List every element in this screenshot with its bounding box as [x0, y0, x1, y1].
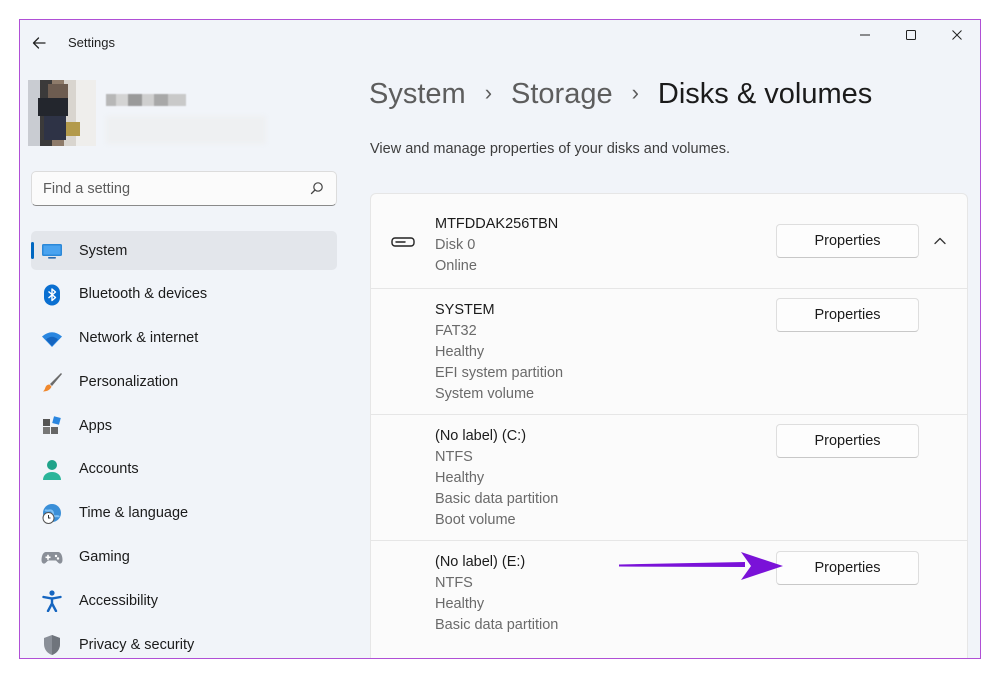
sidebar-item-gaming[interactable]: Gaming	[31, 538, 337, 577]
sidebar-item-privacy-security[interactable]: Privacy & security	[31, 625, 337, 658]
volume-properties-button[interactable]: Properties	[776, 551, 919, 585]
sidebar-item-apps[interactable]: Apps	[31, 406, 337, 445]
sidebar-item-label: Privacy & security	[79, 636, 195, 653]
volume-info: SYSTEM FAT32 Healthy EFI system partitio…	[435, 300, 563, 405]
annotation-arrow-icon	[619, 552, 783, 580]
profile-name-blurred	[106, 94, 186, 106]
breadcrumb-system[interactable]: System	[369, 78, 466, 111]
shield-icon	[41, 634, 63, 656]
bluetooth-icon	[41, 284, 63, 306]
minimize-icon	[860, 34, 870, 36]
volume-name: (No label) (E:)	[435, 554, 526, 570]
person-icon	[41, 459, 63, 481]
volume-filesystem: NTFS	[435, 575, 473, 591]
sidebar-item-label: Apps	[79, 417, 113, 434]
volume-info: (No label) (C:) NTFS Healthy Basic data …	[435, 426, 558, 531]
volume-partition-type: EFI system partition	[435, 365, 564, 381]
minimize-button[interactable]	[842, 20, 888, 50]
disk-row[interactable]: MTFDDAK256TBN Disk 0 Online Properties	[370, 193, 968, 289]
wifi-icon	[41, 328, 63, 350]
volume-role: System volume	[435, 386, 535, 402]
brush-icon	[41, 371, 63, 393]
sidebar-nav: System Bluetooth & devices Network & int…	[31, 231, 337, 658]
disk-info: MTFDDAK256TBN Disk 0 Online	[435, 214, 558, 277]
profile-email-blurred	[106, 116, 266, 144]
sidebar-item-personalization[interactable]: Personalization	[31, 362, 337, 401]
globe-clock-icon	[41, 503, 63, 525]
settings-window: Settings System	[19, 19, 981, 659]
search-icon[interactable]	[310, 181, 324, 195]
sidebar-item-bluetooth[interactable]: Bluetooth & devices	[31, 275, 337, 314]
gamepad-icon	[41, 547, 63, 569]
disk-number: Disk 0	[435, 237, 476, 253]
volume-role: Boot volume	[435, 512, 516, 528]
sidebar-item-accounts[interactable]: Accounts	[31, 450, 337, 489]
sidebar-item-label: Time & language	[79, 505, 189, 522]
sidebar-item-label: Accounts	[79, 461, 139, 478]
maximize-icon	[906, 30, 916, 40]
disk-name: MTFDDAK256TBN	[435, 216, 559, 232]
back-arrow-icon	[32, 37, 46, 49]
sidebar-item-label: Network & internet	[79, 330, 199, 347]
title-bar: Settings	[20, 20, 980, 64]
volume-properties-button[interactable]: Properties	[776, 424, 919, 458]
volume-filesystem: FAT32	[435, 323, 477, 339]
volume-info: (No label) (E:) NTFS Healthy Basic data …	[435, 552, 558, 636]
accessibility-icon	[41, 590, 63, 613]
volume-name: SYSTEM	[435, 302, 495, 318]
sidebar-item-label: Gaming	[79, 549, 130, 566]
search-input[interactable]	[32, 172, 292, 205]
breadcrumb-separator: ›	[631, 79, 639, 105]
page-description: View and manage properties of your disks…	[370, 141, 731, 157]
breadcrumb: System › Storage › Disks & volumes	[369, 78, 872, 111]
avatar[interactable]	[28, 80, 96, 146]
sidebar-item-accessibility[interactable]: Accessibility	[31, 581, 337, 620]
volume-filesystem: NTFS	[435, 449, 473, 465]
maximize-button[interactable]	[888, 20, 934, 50]
page-title: Disks & volumes	[657, 78, 873, 110]
breadcrumb-storage[interactable]: Storage	[511, 78, 613, 111]
volume-health: Healthy	[435, 344, 485, 360]
sidebar-item-label: System	[79, 242, 128, 259]
search-box[interactable]	[31, 171, 337, 206]
sidebar-item-system[interactable]: System	[31, 231, 337, 270]
volume-partition-type: Basic data partition	[435, 491, 559, 507]
disk-properties-button[interactable]: Properties	[776, 224, 919, 258]
volume-properties-button[interactable]: Properties	[776, 298, 919, 332]
volume-health: Healthy	[435, 470, 485, 486]
volume-row: SYSTEM FAT32 Healthy EFI system partitio…	[370, 288, 968, 415]
volume-health: Healthy	[435, 596, 485, 612]
sidebar-item-label: Bluetooth & devices	[79, 286, 208, 303]
back-button[interactable]	[28, 32, 50, 54]
close-button[interactable]	[934, 20, 980, 50]
volume-partition-type: Basic data partition	[435, 617, 559, 633]
hard-drive-icon	[391, 237, 415, 247]
apps-icon	[41, 415, 63, 437]
monitor-icon	[41, 240, 63, 262]
chevron-up-icon[interactable]	[931, 232, 949, 250]
breadcrumb-separator: ›	[484, 79, 493, 105]
close-icon	[952, 30, 962, 40]
sidebar-item-network[interactable]: Network & internet	[31, 319, 337, 358]
sidebar-item-label: Accessibility	[79, 592, 158, 609]
app-title: Settings	[68, 35, 115, 50]
volume-row: (No label) (C:) NTFS Healthy Basic data …	[370, 414, 968, 541]
disk-status: Online	[435, 258, 477, 274]
sidebar-item-label: Personalization	[79, 373, 179, 390]
disks-panel: MTFDDAK256TBN Disk 0 Online Properties S…	[370, 193, 968, 658]
volume-name: (No label) (C:)	[435, 428, 527, 444]
sidebar-item-time-language[interactable]: Time & language	[31, 494, 337, 533]
